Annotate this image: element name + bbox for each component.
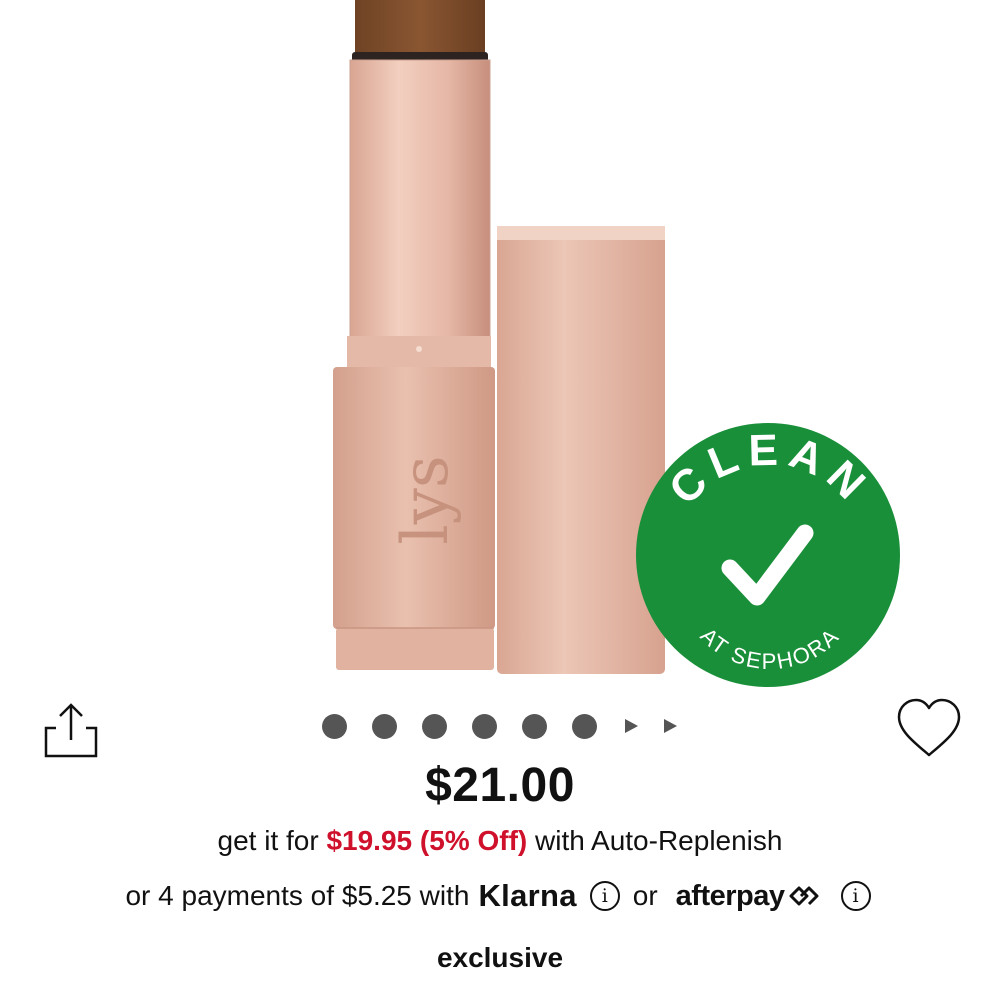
afterpay-arrows-icon — [789, 886, 818, 906]
replenish-suffix: with Auto-Replenish — [535, 825, 783, 856]
installment-payments: or 4 payments of $5.25 with Klarna i or … — [0, 876, 1000, 916]
afterpay-info-icon[interactable]: i — [840, 881, 871, 911]
klarna-logo[interactable]: Klarna — [478, 878, 576, 914]
carousel-dot[interactable] — [572, 713, 597, 739]
carousel-dot[interactable] — [322, 713, 347, 739]
share-button[interactable] — [40, 700, 102, 762]
product-price: $21.00 — [425, 759, 575, 812]
product-image[interactable]: lys CLEAN AT SEPHORA — [0, 0, 1000, 690]
carousel-next-arrow-icon[interactable] — [664, 719, 677, 733]
payments-prefix: or 4 payments of $5.25 with — [125, 880, 470, 911]
exclusive-label: exclusive — [436, 942, 564, 973]
carousel-dot[interactable] — [422, 713, 447, 739]
clean-at-sephora-badge: CLEAN AT SEPHORA — [636, 423, 900, 687]
payments-or: or — [632, 880, 658, 911]
carousel-dot[interactable] — [372, 713, 397, 739]
lipstick-illustration: lys CLEAN AT SEPHORA — [333, 0, 900, 687]
brand-monogram: lys — [389, 455, 463, 544]
klarna-info-icon[interactable]: i — [589, 881, 620, 911]
wishlist-button[interactable] — [893, 695, 965, 763]
afterpay-logo[interactable]: afterpay — [676, 880, 785, 913]
carousel-next-arrow-icon[interactable] — [625, 719, 638, 733]
heart-icon — [897, 698, 961, 757]
share-icon — [44, 703, 98, 758]
image-carousel-indicator — [322, 712, 700, 740]
auto-replenish-offer: get it for $19.95 (5% Off) with Auto-Rep… — [0, 825, 1000, 857]
replenish-sale-price: $19.95 (5% Off) — [326, 825, 528, 856]
replenish-prefix: get it for — [217, 825, 319, 856]
carousel-dot[interactable] — [522, 713, 547, 739]
carousel-dot[interactable] — [472, 713, 497, 739]
